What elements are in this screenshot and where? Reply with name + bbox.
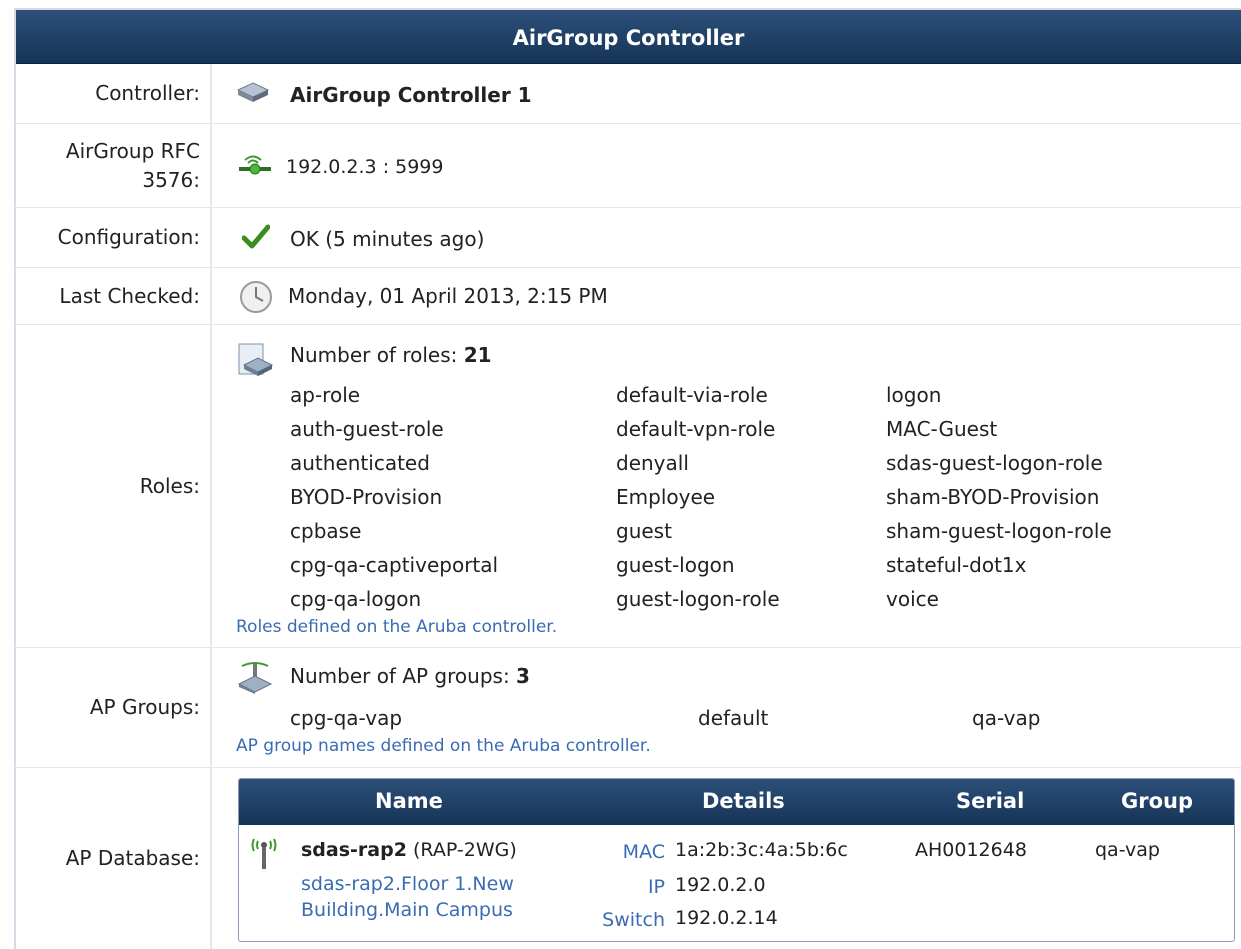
roles-list: ap-role default-via-role logon auth-guest-r… — [290, 378, 1186, 616]
role-item: sham-BYOD-Provision — [886, 485, 1100, 509]
roles-count-value: 21 — [463, 343, 492, 367]
checkmark-icon — [241, 224, 271, 255]
role-item: logon — [886, 383, 942, 407]
rfc-label-line2: 3576: — [142, 167, 200, 192]
roles-icon — [236, 341, 274, 382]
ap-groups-count-value: 3 — [516, 664, 530, 688]
role-item: authenticated — [290, 451, 430, 475]
ap-groups-count-label: Number of AP groups: — [290, 664, 510, 688]
group-value: qa-vap — [1095, 839, 1160, 861]
controller-label: Controller: — [14, 64, 212, 123]
role-item: sdas-guest-logon-role — [886, 451, 1103, 475]
role-item: stateful-dot1x — [886, 553, 1027, 577]
mac-label: MAC — [622, 841, 665, 863]
configuration-label: Configuration: — [14, 208, 212, 267]
panel-title: AirGroup Controller — [16, 10, 1241, 64]
ap-groups-row: AP Groups: Number of AP groups: 3 cpg-qa… — [14, 648, 1241, 768]
column-header-details[interactable]: Details — [702, 789, 785, 813]
mac-value: 1a:2b:3c:4a:5b:6c — [675, 839, 848, 861]
rfc-label-line1: AirGroup RFC — [65, 138, 200, 163]
last-checked-row: Last Checked: Monday, 01 April 2013, 2:1… — [14, 268, 1241, 325]
ap-name-cell: sdas-rap2 (RAP-2WG) — [301, 839, 517, 861]
role-item: BYOD-Provision — [290, 485, 443, 509]
switch-label: Switch — [602, 909, 665, 931]
ap-database-row: AP Database: Name Details Serial Group s… — [14, 768, 1241, 949]
role-item: guest — [616, 519, 672, 543]
roles-note: Roles defined on the Aruba controller. — [236, 617, 558, 637]
serial-value: AH0012648 — [915, 839, 1027, 861]
ip-value: 192.0.2.0 — [675, 874, 766, 896]
rfc-row: AirGroup RFC 3576: 192.0.2.3 : 5999 — [14, 124, 1241, 208]
server-icon — [236, 80, 270, 111]
roles-label: Roles: — [14, 325, 212, 647]
ap-location-line1[interactable]: sdas-rap2.Floor 1.New — [301, 873, 514, 895]
role-item: Employee — [616, 485, 716, 509]
roles-row: Roles: Number of roles: 21 ap-role defaul… — [14, 325, 1241, 648]
role-item: sham-guest-logon-role — [886, 519, 1112, 543]
access-point-icon — [251, 835, 277, 876]
role-item: default-via-role — [616, 383, 768, 407]
ap-groups-label: AP Groups: — [14, 648, 212, 767]
role-item: guest-logon — [616, 553, 735, 577]
role-item: ap-role — [290, 383, 361, 407]
rfc-label: AirGroup RFC 3576: — [14, 124, 212, 207]
ap-group-item: default — [698, 706, 769, 730]
ap-model: (RAP-2WG) — [413, 839, 517, 861]
role-item: cpg-qa-logon — [290, 587, 422, 611]
roles-count: Number of roles: 21 — [290, 343, 492, 367]
switch-value: 192.0.2.14 — [675, 907, 778, 929]
ap-group-item: qa-vap — [972, 706, 1041, 730]
role-item: voice — [886, 587, 939, 611]
ap-groups-note: AP group names defined on the Aruba cont… — [236, 736, 651, 756]
last-checked-label: Last Checked: — [14, 268, 212, 324]
ap-groups-icon — [236, 660, 274, 699]
configuration-status: OK (5 minutes ago) — [290, 227, 485, 251]
ap-database-table: Name Details Serial Group sdas-rap2 (RAP… — [238, 778, 1235, 942]
ap-groups-list: cpg-qa-vap default qa-vap — [290, 701, 1172, 735]
ap-name[interactable]: sdas-rap2 — [301, 839, 407, 861]
clock-icon — [238, 279, 274, 320]
column-header-name[interactable]: Name — [375, 789, 443, 813]
controller-name: AirGroup Controller 1 — [290, 83, 532, 107]
roles-count-label: Number of roles: — [290, 343, 458, 367]
controller-row: Controller: AirGroup Controller 1 — [14, 64, 1241, 124]
column-header-group[interactable]: Group — [1121, 789, 1193, 813]
configuration-row: Configuration: OK (5 minutes ago) — [14, 208, 1241, 268]
table-row: sdas-rap2 (RAP-2WG) sdas-rap2.Floor 1.Ne… — [239, 825, 1234, 941]
ap-database-label: AP Database: — [14, 768, 212, 949]
ap-location-line2[interactable]: Building.Main Campus — [301, 899, 513, 921]
role-item: cpg-qa-captiveportal — [290, 553, 499, 577]
role-item: guest-logon-role — [616, 587, 780, 611]
ap-table-header: Name Details Serial Group — [239, 779, 1234, 825]
role-item: cpbase — [290, 519, 362, 543]
role-item: MAC-Guest — [886, 417, 998, 441]
role-item: denyall — [616, 451, 689, 475]
last-checked-value: Monday, 01 April 2013, 2:15 PM — [288, 284, 608, 308]
rfc-address: 192.0.2.3 : 5999 — [286, 156, 444, 178]
network-connection-icon — [238, 152, 272, 183]
ap-group-item: cpg-qa-vap — [290, 706, 403, 730]
role-item: default-vpn-role — [616, 417, 776, 441]
ip-label: IP — [647, 876, 665, 898]
column-header-serial[interactable]: Serial — [956, 789, 1024, 813]
ap-groups-count: Number of AP groups: 3 — [290, 664, 530, 688]
role-item: auth-guest-role — [290, 417, 444, 441]
